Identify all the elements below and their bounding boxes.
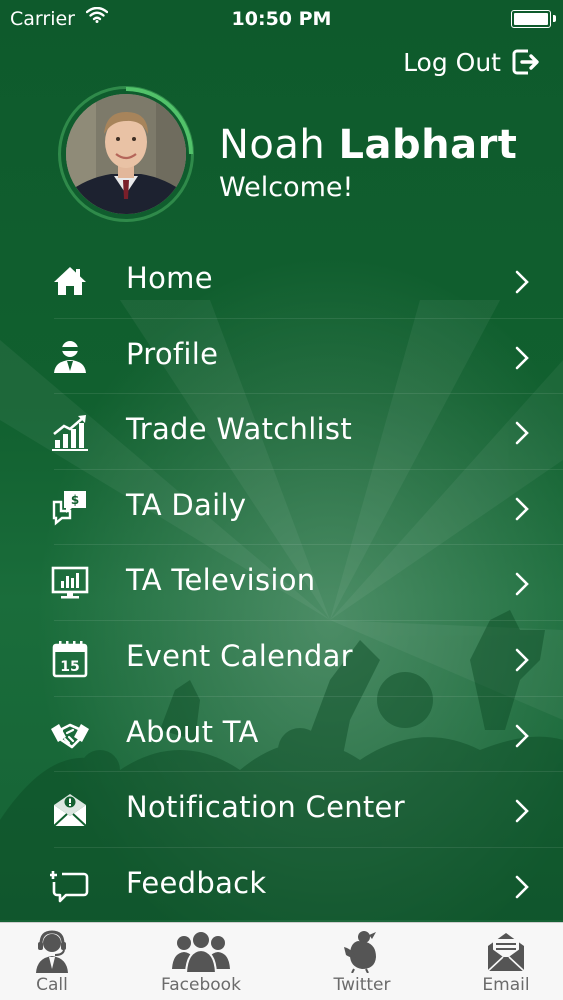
chevron-right-icon [515,270,529,294]
tab-label: Email [482,975,530,995]
calendar-icon: 15 [52,640,88,678]
chevron-right-icon [515,799,529,823]
tab-label: Call [36,975,68,995]
chat-dollar-icon: $ [52,490,86,526]
svg-text:$: $ [71,493,79,507]
menu-item-home[interactable]: Home [0,243,563,319]
status-bar: Carrier 10:50 PM [0,0,563,40]
menu-item-label: Trade Watchlist [126,412,352,447]
app-screen: Carrier 10:50 PM Log Out Noah Labhart We… [0,0,563,1000]
menu-item-label: Notification Center [126,790,405,825]
menu-item-label: TA Daily [126,487,247,522]
menu-item-profile[interactable]: Profile [0,319,563,395]
chevron-right-icon [515,346,529,369]
svg-text:15: 15 [60,659,79,675]
menu-item-event-calendar[interactable]: 15 Event Calendar [0,621,563,697]
email-icon [487,933,525,972]
tab-facebook[interactable]: Facebook [131,923,271,1000]
user-photo [66,94,186,214]
tab-bar: Call Facebook Twitter Email [0,922,563,1000]
tab-label: Facebook [161,975,241,995]
user-name: Noah Labhart [219,122,517,168]
avatar[interactable] [66,94,186,214]
home-icon [54,267,86,295]
chevron-right-icon [515,724,529,747]
chevron-right-icon [515,573,529,596]
clock: 10:50 PM [231,8,332,30]
chart-growth-icon [52,415,88,452]
menu-item-ta-television[interactable]: TA Television [0,545,563,621]
chevron-right-icon [515,875,529,899]
group-icon [172,930,230,973]
menu-item-trade-watchlist[interactable]: Trade Watchlist [0,394,563,470]
welcome-text: Welcome! [219,172,354,203]
menu-item-feedback[interactable]: Feedback [0,848,563,924]
user-last-name: Labhart [338,122,518,168]
menu-item-label: TA Television [126,563,316,598]
menu-item-label: Profile [126,336,219,371]
tab-twitter[interactable]: Twitter [292,923,432,1000]
navigation-menu: Home Profile Trade Watchlist $ TA Daily … [0,243,563,923]
bird-icon [344,931,376,973]
chevron-right-icon [515,648,529,672]
menu-item-label: Event Calendar [126,638,353,673]
user-first-name: Noah [219,122,326,168]
call-agent-icon [36,930,68,973]
logout-button[interactable]: Log Out [403,44,541,80]
profile-icon [54,340,86,373]
tab-call[interactable]: Call [0,923,122,1000]
menu-item-label: Feedback [126,865,267,900]
chevron-right-icon [515,421,529,445]
menu-item-notification-center[interactable]: Notification Center [0,772,563,848]
envelope-alert-icon [53,794,87,827]
tab-email[interactable]: Email [436,923,563,1000]
logout-label: Log Out [403,47,501,77]
menu-item-label: About TA [126,714,259,749]
menu-item-ta-daily[interactable]: $ TA Daily [0,470,563,546]
monitor-chart-icon [51,567,89,599]
battery-icon [511,10,556,28]
tab-label: Twitter [333,975,391,995]
chevron-right-icon [515,497,529,521]
handshake-icon [51,723,89,748]
menu-item-label: Home [126,261,213,295]
logout-icon [512,49,539,75]
feedback-icon [50,870,89,903]
menu-item-about-ta[interactable]: About TA [0,697,563,773]
